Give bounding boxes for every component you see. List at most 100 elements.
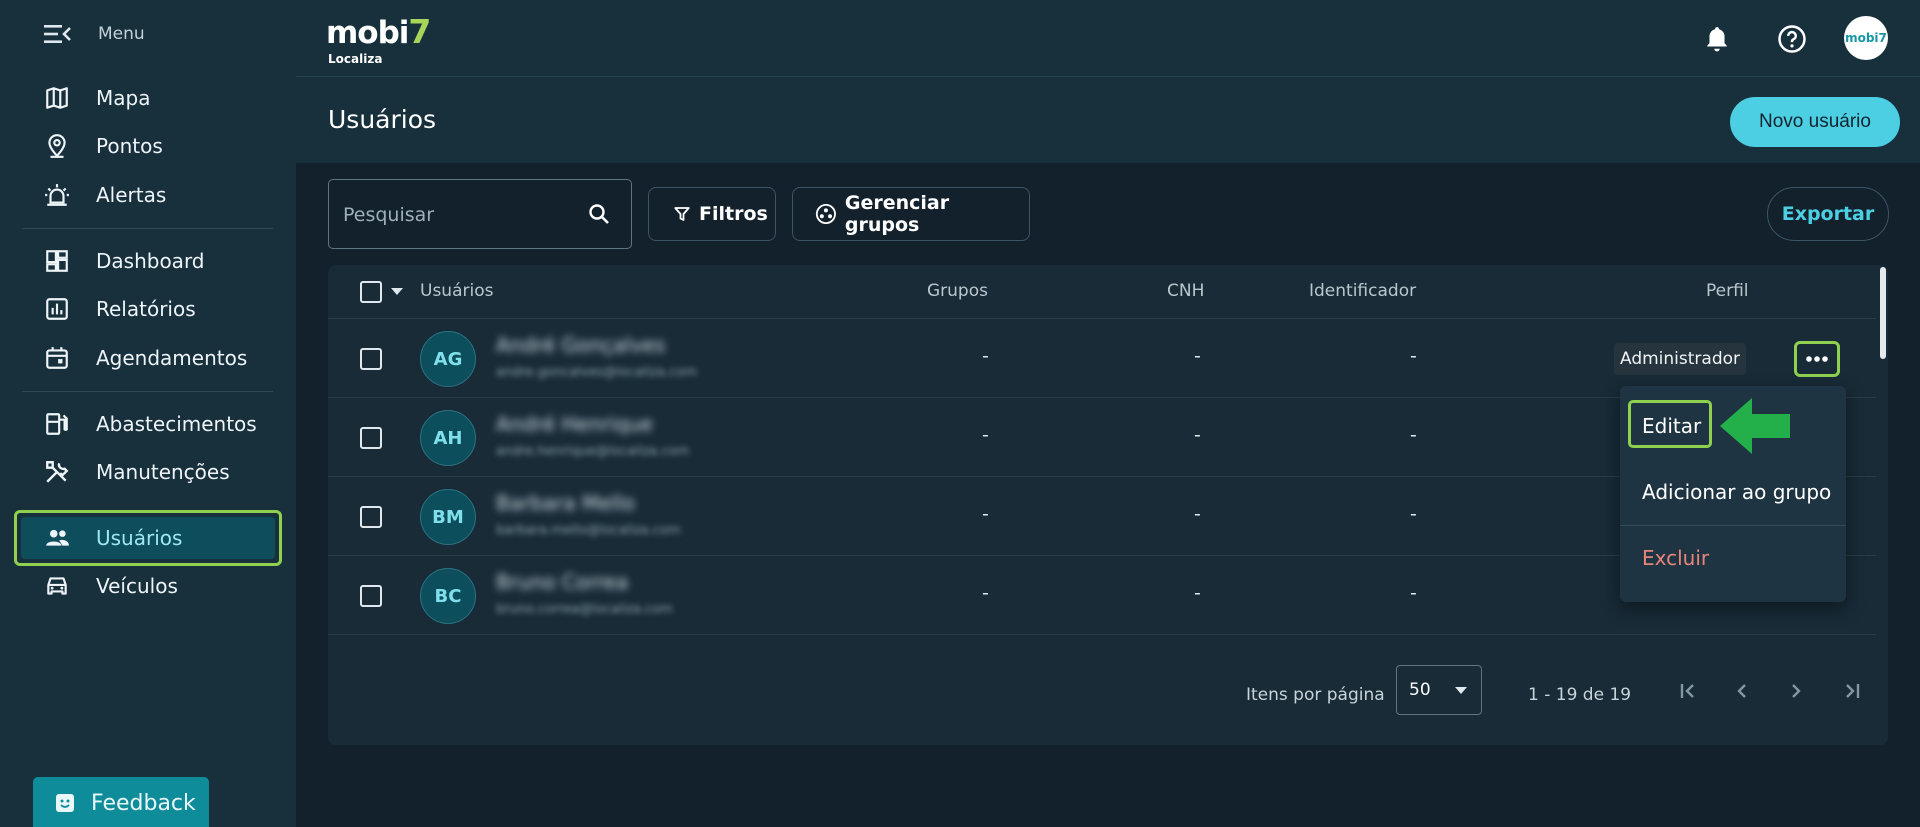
user-avatar[interactable]: mobi7 — [1844, 16, 1888, 60]
sidebar-item-label: Dashboard — [96, 249, 205, 273]
cnh-cell: - — [1194, 582, 1201, 604]
first-page-button[interactable] — [1672, 675, 1704, 707]
filters-label: Filtros — [699, 203, 768, 225]
sidebar-item-label: Agendamentos — [96, 346, 248, 370]
previous-page-button[interactable] — [1726, 675, 1758, 707]
sidebar-item-label: Alertas — [96, 183, 167, 207]
filter-icon — [674, 207, 690, 221]
manage-groups-button[interactable]: Gerenciar grupos — [792, 187, 1030, 241]
sidebar-item-alertas[interactable]: Alertas — [44, 180, 166, 210]
filters-button[interactable]: Filtros — [648, 187, 776, 241]
row-checkbox[interactable] — [360, 427, 382, 449]
row-actions-button[interactable] — [1794, 341, 1840, 377]
groups-icon — [815, 203, 836, 225]
next-page-button[interactable] — [1780, 675, 1812, 707]
help-button[interactable] — [1775, 22, 1809, 56]
identifier-cell: - — [1410, 424, 1417, 446]
scrollbar-thumb[interactable] — [1880, 267, 1886, 359]
manage-groups-label: Gerenciar grupos — [844, 192, 950, 236]
column-cnh[interactable]: CNH — [1167, 281, 1204, 301]
feedback-button[interactable]: Feedback — [33, 777, 209, 827]
chevron-down-icon — [1455, 687, 1467, 694]
user-email: bruno.correa@localiza.com — [496, 602, 673, 617]
items-per-page-value: 50 — [1409, 680, 1431, 700]
column-users[interactable]: Usuários — [420, 281, 493, 301]
sidebar-item-label: Abastecimentos — [96, 412, 257, 436]
sidebar-item-dashboard[interactable]: Dashboard — [44, 246, 205, 276]
calendar-icon — [46, 347, 68, 369]
sidebar-item-abastecimentos[interactable]: Abastecimentos — [44, 409, 257, 439]
logo-subtitle: Localiza — [328, 52, 383, 66]
new-user-button[interactable]: Novo usuário — [1730, 97, 1900, 147]
dashboard-icon — [46, 250, 68, 272]
car-icon — [47, 577, 67, 595]
user-name: Barbara Mello — [496, 491, 635, 515]
topbar: mobi7 Localiza mobi7 — [296, 0, 1920, 77]
tools-icon — [46, 461, 69, 483]
sidebar-item-agendamentos[interactable]: Agendamentos — [44, 343, 247, 373]
last-page-button[interactable] — [1836, 675, 1868, 707]
menu-toggle[interactable]: Menu — [44, 24, 145, 44]
location-pin-icon — [48, 134, 66, 158]
table-footer: Itens por página 50 1 - 19 de 19 — [328, 645, 1888, 745]
sidebar-item-usuarios[interactable]: Usuários — [44, 523, 182, 553]
search-box — [328, 179, 632, 249]
chevron-left-icon — [1737, 684, 1746, 698]
logo[interactable]: mobi7 Localiza — [326, 12, 431, 66]
row-checkbox[interactable] — [360, 348, 382, 370]
column-profile[interactable]: Perfil — [1706, 281, 1749, 301]
last-page-icon — [1846, 684, 1860, 698]
notifications-button[interactable] — [1700, 22, 1734, 56]
sidebar-item-label: Mapa — [96, 86, 151, 110]
user-name: André Gonçalves — [496, 333, 666, 357]
avatar: AH — [420, 410, 476, 466]
chevron-right-icon — [1792, 684, 1801, 698]
siren-icon — [45, 184, 69, 206]
row-checkbox[interactable] — [360, 506, 382, 528]
sidebar-item-veiculos[interactable]: Veículos — [44, 571, 178, 601]
user-name: André Henrique — [496, 412, 653, 436]
sidebar-item-label: Relatórios — [96, 297, 196, 321]
menu-divider — [1620, 525, 1846, 526]
user-email: andre.goncalves@localiza.com — [496, 365, 697, 380]
page-title: Usuários — [328, 105, 437, 134]
search-icon[interactable] — [587, 202, 611, 226]
more-horizontal-icon — [1806, 356, 1828, 362]
sidebar-item-manutencoes[interactable]: Manutenções — [44, 457, 230, 487]
sidebar-item-mapa[interactable]: Mapa — [44, 83, 150, 113]
menu-item-add-to-group[interactable]: Adicionar ao grupo — [1642, 480, 1831, 504]
user-name: Bruno Correa — [496, 570, 629, 594]
row-checkbox[interactable] — [360, 585, 382, 607]
column-groups[interactable]: Grupos — [927, 281, 988, 301]
groups-cell: - — [982, 503, 989, 525]
sidebar-divider — [22, 228, 273, 229]
identifier-cell: - — [1410, 582, 1417, 604]
avatar: BC — [420, 568, 476, 624]
logo-text: mobi — [326, 15, 409, 51]
menu-item-edit[interactable]: Editar — [1642, 414, 1701, 438]
bar-chart-icon — [46, 298, 68, 320]
bell-icon — [1707, 27, 1727, 52]
menu-item-delete[interactable]: Excluir — [1642, 546, 1709, 570]
map-icon — [46, 87, 68, 109]
help-icon — [1778, 25, 1806, 53]
caret-down-icon[interactable] — [390, 287, 404, 297]
profile-badge: Administrador — [1614, 343, 1747, 375]
items-per-page-label: Itens por página — [1246, 685, 1385, 705]
search-input[interactable] — [343, 200, 573, 230]
column-identifier[interactable]: Identificador — [1309, 281, 1416, 301]
sidebar-item-relatorios[interactable]: Relatórios — [44, 294, 196, 324]
users-icon — [46, 529, 69, 546]
sidebar-divider — [22, 391, 273, 392]
sidebar-item-pontos[interactable]: Pontos — [44, 131, 163, 161]
first-page-icon — [1680, 684, 1694, 698]
identifier-cell: - — [1410, 345, 1417, 367]
user-email: barbara.mello@localiza.com — [496, 523, 681, 538]
export-button[interactable]: Exportar — [1767, 187, 1889, 241]
select-all-checkbox[interactable] — [360, 281, 382, 303]
cnh-cell: - — [1194, 424, 1201, 446]
arrow-left-icon — [1720, 398, 1790, 454]
feedback-icon — [56, 794, 74, 812]
cnh-cell: - — [1194, 345, 1201, 367]
items-per-page-select[interactable]: 50 — [1396, 665, 1482, 715]
